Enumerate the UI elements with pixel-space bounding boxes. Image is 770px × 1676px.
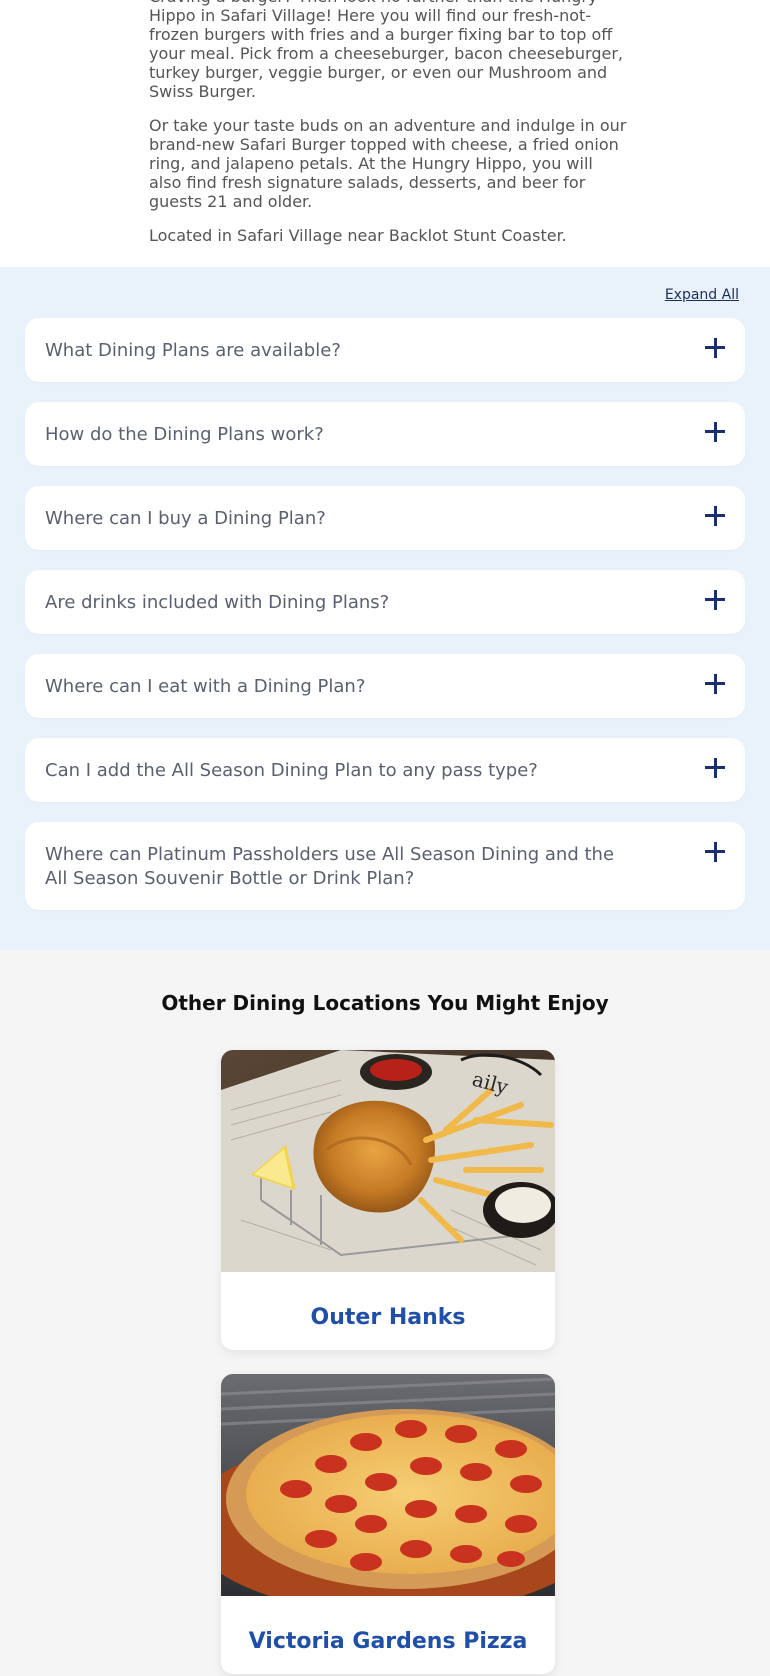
location-note: Located in Safari Village near Backlot S… [149, 226, 567, 245]
faq-item-platinum-passholders[interactable]: Where can Platinum Passholders use All S… [25, 822, 745, 910]
faq-item-dining-plans-available[interactable]: What Dining Plans are available? [25, 318, 745, 382]
plus-icon[interactable] [705, 842, 725, 862]
faq-question: Are drinks included with Dining Plans? [45, 592, 390, 613]
plus-icon[interactable] [705, 758, 725, 778]
plus-icon[interactable] [705, 338, 725, 358]
faq-question: Can I add the All Season Dining Plan to … [45, 760, 538, 781]
faq-item-how-plans-work[interactable]: How do the Dining Plans work? [25, 402, 745, 466]
section-title: Other Dining Locations You Might Enjoy [161, 991, 609, 1015]
description-paragraph-2: Or take your taste buds on an adventure … [149, 116, 627, 211]
fish-and-chips-image: aily [221, 1050, 555, 1272]
pepperoni-pizza-image [221, 1374, 555, 1596]
faq-question: Where can Platinum Passholders use All S… [45, 844, 615, 889]
dining-card-victoria-gardens-pizza[interactable]: Victoria Gardens Pizza [221, 1374, 555, 1674]
dining-card-outer-hanks[interactable]: aily Outer Hanks [221, 1050, 555, 1350]
faq-question: What Dining Plans are available? [45, 340, 341, 361]
card-title[interactable]: Outer Hanks [221, 1305, 555, 1330]
plus-icon[interactable] [705, 674, 725, 694]
faq-question: How do the Dining Plans work? [45, 424, 324, 445]
other-dining-section: Other Dining Locations You Might Enjoy a… [0, 950, 770, 1676]
faq-question: Where can I eat with a Dining Plan? [45, 676, 366, 697]
expand-all-link[interactable]: Expand All [665, 287, 739, 303]
faq-question: Where can I buy a Dining Plan? [45, 508, 326, 529]
plus-icon[interactable] [705, 422, 725, 442]
faq-section: Expand All What Dining Plans are availab… [0, 267, 770, 950]
faq-item-where-eat[interactable]: Where can I eat with a Dining Plan? [25, 654, 745, 718]
faq-item-all-season-pass-type[interactable]: Can I add the All Season Dining Plan to … [25, 738, 745, 802]
plus-icon[interactable] [705, 506, 725, 526]
description-paragraph-1: Craving a burger? Then look no further t… [149, 0, 623, 101]
faq-item-where-buy-plan[interactable]: Where can I buy a Dining Plan? [25, 486, 745, 550]
card-title[interactable]: Victoria Gardens Pizza [221, 1629, 555, 1654]
plus-icon[interactable] [705, 590, 725, 610]
restaurant-description: Craving a burger? Then look no further t… [0, 0, 770, 267]
faq-item-drinks-included[interactable]: Are drinks included with Dining Plans? [25, 570, 745, 634]
